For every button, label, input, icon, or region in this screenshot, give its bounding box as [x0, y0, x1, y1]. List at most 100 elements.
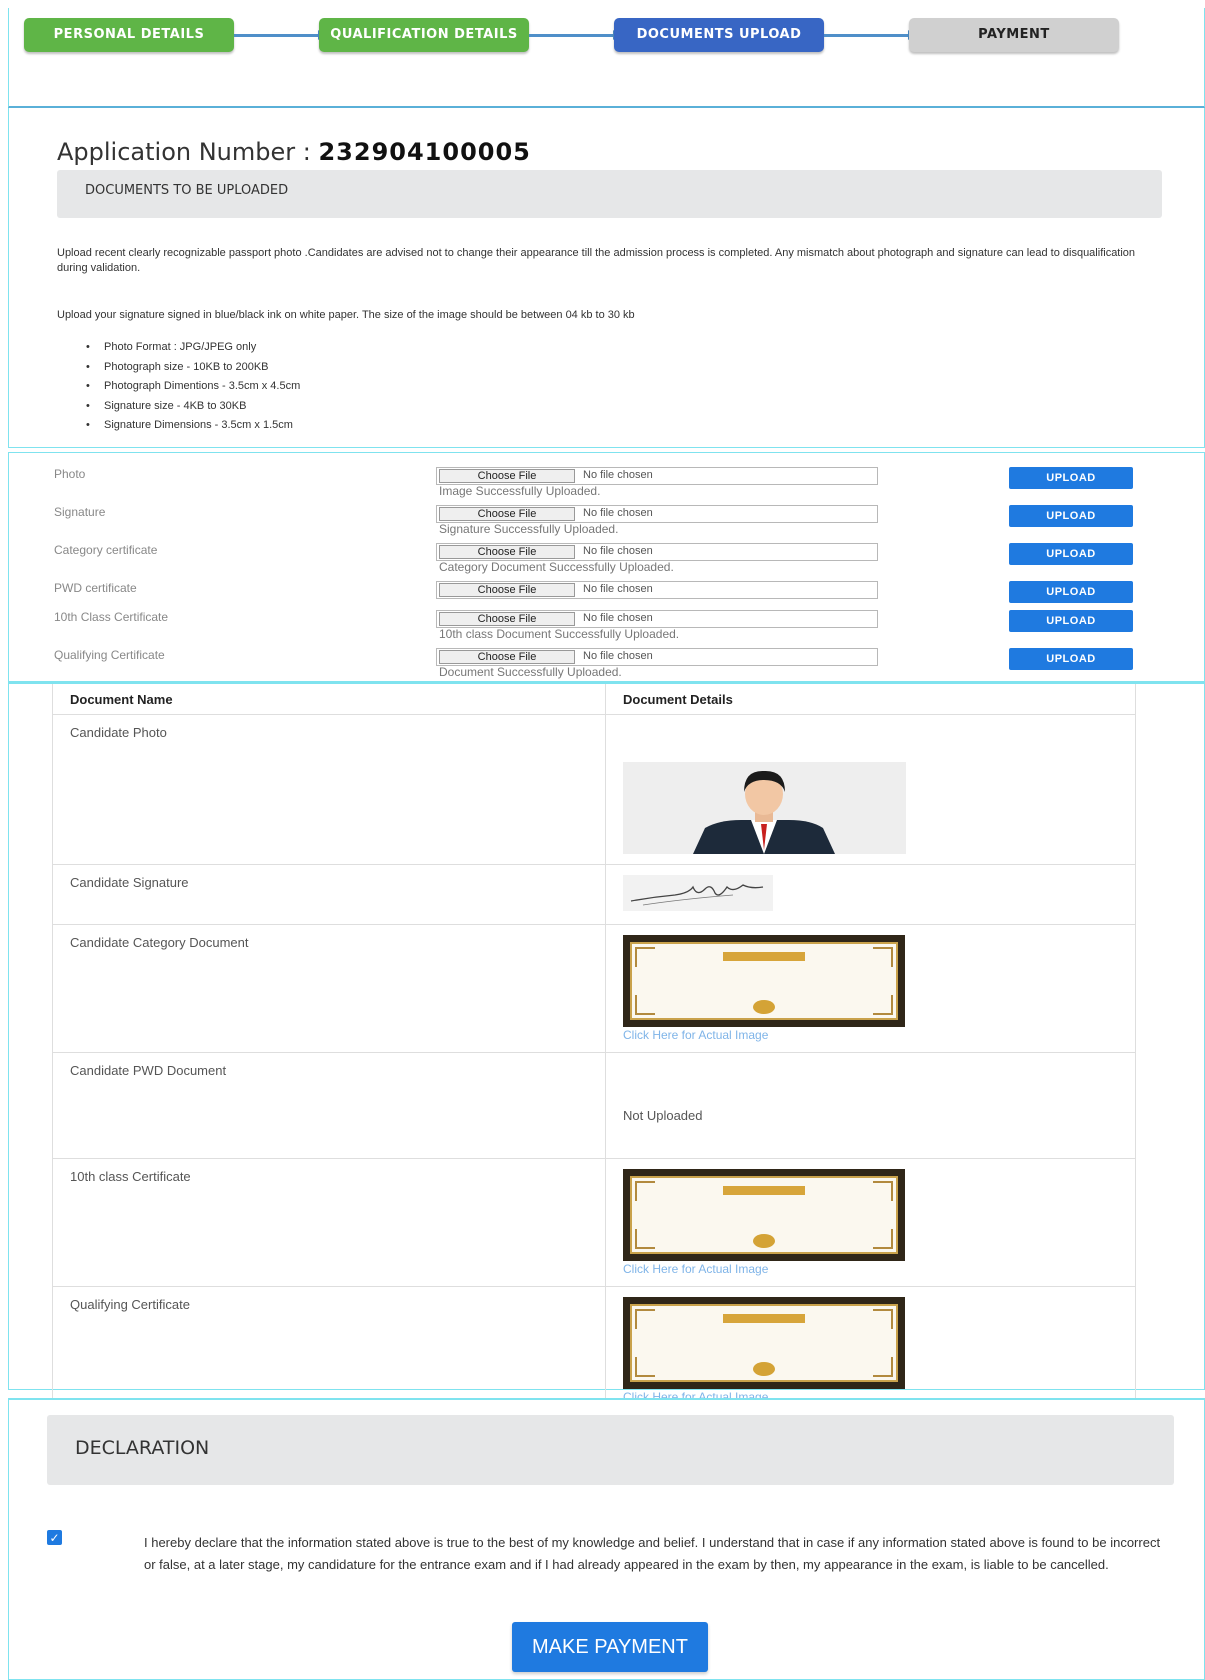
- declaration-title: DECLARATION: [75, 1437, 210, 1459]
- upload-status: Category Document Successfully Uploaded.: [439, 560, 674, 574]
- not-uploaded-text: Not Uploaded: [623, 1107, 703, 1123]
- list-item: Signature size - 4KB to 30KB: [86, 397, 300, 417]
- instructions-panel: Application Number : 232904100005 DOCUME…: [8, 108, 1205, 448]
- choose-file-button[interactable]: Choose File: [439, 545, 575, 559]
- upload-row-photo: Photo Choose File No file chosen Image S…: [9, 467, 1204, 498]
- file-status: No file chosen: [583, 612, 653, 624]
- document-table: Document Name Document Details Candidate…: [52, 684, 1136, 1415]
- view-actual-image-link[interactable]: Click Here for Actual Image: [623, 1028, 1118, 1042]
- document-name: Candidate Signature: [52, 864, 606, 925]
- document-details: Click Here for Actual Image: [605, 1158, 1136, 1287]
- list-item: Photo Format : JPG/JPEG only: [86, 338, 300, 358]
- list-item: Photograph size - 10KB to 200KB: [86, 358, 300, 378]
- step-connector: [824, 30, 915, 40]
- upload-label: PWD certificate: [54, 581, 137, 595]
- declaration-panel: DECLARATION ✓ I hereby declare that the …: [8, 1398, 1205, 1680]
- declaration-checkbox[interactable]: ✓: [47, 1530, 62, 1545]
- photo-file-input[interactable]: Choose File No file chosen: [436, 467, 878, 485]
- step-personal-details[interactable]: PERSONAL DETAILS: [24, 18, 234, 52]
- step-connector: [529, 30, 620, 40]
- choose-file-button[interactable]: Choose File: [439, 507, 575, 521]
- choose-file-button[interactable]: Choose File: [439, 583, 575, 597]
- upload-label: Qualifying Certificate: [54, 648, 165, 662]
- step-payment[interactable]: PAYMENT: [909, 18, 1119, 52]
- tenth-certificate-image: [623, 1168, 905, 1261]
- upload-row-signature: Signature Choose File No file chosen Sig…: [9, 505, 1204, 536]
- application-number-value: 232904100005: [318, 138, 531, 166]
- documents-section-title: DOCUMENTS TO BE UPLOADED: [85, 183, 289, 198]
- file-status: No file chosen: [583, 469, 653, 481]
- upload-category-button[interactable]: UPLOAD: [1009, 543, 1133, 565]
- document-name: Candidate Photo: [52, 714, 606, 865]
- upload-status: Signature Successfully Uploaded.: [439, 522, 619, 536]
- category-certificate-image: [623, 934, 905, 1027]
- upload-status: Image Successfully Uploaded.: [439, 484, 601, 498]
- declaration-text: I hereby declare that the information st…: [144, 1535, 1161, 1572]
- column-header: Document Name: [52, 684, 606, 715]
- list-item: Photograph Dimentions - 3.5cm x 4.5cm: [86, 377, 300, 397]
- progress-stepper: PERSONAL DETAILS QUALIFICATION DETAILS D…: [8, 8, 1205, 108]
- upload-row-category: Category certificate Choose File No file…: [9, 543, 1204, 574]
- make-payment-button[interactable]: MAKE PAYMENT: [512, 1622, 708, 1672]
- table-row: Qualifying Certificate Click Here for Ac…: [52, 1286, 1136, 1415]
- choose-file-button[interactable]: Choose File: [439, 650, 575, 664]
- file-status: No file chosen: [583, 545, 653, 557]
- declaration-header: DECLARATION: [47, 1415, 1174, 1485]
- list-item: Signature Dimensions - 3.5cm x 1.5cm: [86, 416, 300, 436]
- document-name: Qualifying Certificate: [52, 1286, 606, 1415]
- step-documents-upload[interactable]: DOCUMENTS UPLOAD: [614, 18, 824, 52]
- file-status: No file chosen: [583, 507, 653, 519]
- table-row: Candidate Category Document Click Here f…: [52, 924, 1136, 1053]
- document-details: [605, 864, 1136, 925]
- document-name: Candidate Category Document: [52, 924, 606, 1053]
- photo-instructions: Upload recent clearly recognizable passp…: [57, 247, 1136, 274]
- upload-panel: Photo Choose File No file chosen Image S…: [8, 452, 1205, 682]
- document-details: Not Uploaded: [605, 1052, 1136, 1159]
- requirements-list: Photo Format : JPG/JPEG only Photograph …: [86, 338, 300, 436]
- application-number-label: Application Number :: [57, 138, 319, 166]
- table-row: Candidate PWD Document Not Uploaded: [52, 1052, 1136, 1159]
- document-table-panel: Document Name Document Details Candidate…: [8, 682, 1205, 1415]
- upload-qualifying-button[interactable]: UPLOAD: [1009, 648, 1133, 670]
- upload-label: Photo: [54, 467, 86, 481]
- signature-file-input[interactable]: Choose File No file chosen: [436, 505, 878, 523]
- upload-row-qualifying: Qualifying Certificate Choose File No fi…: [9, 648, 1204, 679]
- file-status: No file chosen: [583, 650, 653, 662]
- qualifying-certificate-image: [623, 1296, 905, 1389]
- column-header: Document Details: [605, 684, 1136, 715]
- document-name: 10th class Certificate: [52, 1158, 606, 1287]
- table-row: Candidate Photo: [52, 714, 1136, 865]
- signature-instructions: Upload your signature signed in blue/bla…: [57, 309, 635, 321]
- table-header-row: Document Name Document Details: [52, 684, 1136, 715]
- upload-tenth-button[interactable]: UPLOAD: [1009, 610, 1133, 632]
- tenth-file-input[interactable]: Choose File No file chosen: [436, 610, 878, 628]
- step-connector: [234, 30, 325, 40]
- upload-row-pwd: PWD certificate Choose File No file chos…: [9, 581, 1204, 611]
- choose-file-button[interactable]: Choose File: [439, 612, 575, 626]
- qualifying-file-input[interactable]: Choose File No file chosen: [436, 648, 878, 666]
- documents-section-header: DOCUMENTS TO BE UPLOADED: [57, 170, 1162, 218]
- upload-photo-button[interactable]: UPLOAD: [1009, 467, 1133, 489]
- upload-pwd-button[interactable]: UPLOAD: [1009, 581, 1133, 603]
- upload-label: 10th Class Certificate: [54, 610, 169, 624]
- file-status: No file chosen: [583, 583, 653, 595]
- table-row: Candidate Signature: [52, 864, 1136, 925]
- document-details: Click Here for Actual Image: [605, 1286, 1136, 1415]
- table-row: 10th class Certificate Click Here for Ac…: [52, 1158, 1136, 1287]
- category-file-input[interactable]: Choose File No file chosen: [436, 543, 878, 561]
- upload-status: Document Successfully Uploaded.: [439, 665, 622, 679]
- candidate-photo-image: [623, 761, 906, 854]
- upload-row-10th: 10th Class Certificate Choose File No fi…: [9, 610, 1204, 641]
- view-actual-image-link[interactable]: Click Here for Actual Image: [623, 1262, 1118, 1276]
- step-qualification-details[interactable]: QUALIFICATION DETAILS: [319, 18, 529, 52]
- choose-file-button[interactable]: Choose File: [439, 469, 575, 483]
- document-details: [605, 714, 1136, 865]
- pwd-file-input[interactable]: Choose File No file chosen: [436, 581, 878, 599]
- upload-label: Signature: [54, 505, 106, 519]
- document-details: Click Here for Actual Image: [605, 924, 1136, 1053]
- upload-status: 10th class Document Successfully Uploade…: [439, 627, 680, 641]
- upload-signature-button[interactable]: UPLOAD: [1009, 505, 1133, 527]
- document-name: Candidate PWD Document: [52, 1052, 606, 1159]
- application-number: Application Number : 232904100005: [57, 138, 531, 166]
- upload-label: Category certificate: [54, 543, 158, 557]
